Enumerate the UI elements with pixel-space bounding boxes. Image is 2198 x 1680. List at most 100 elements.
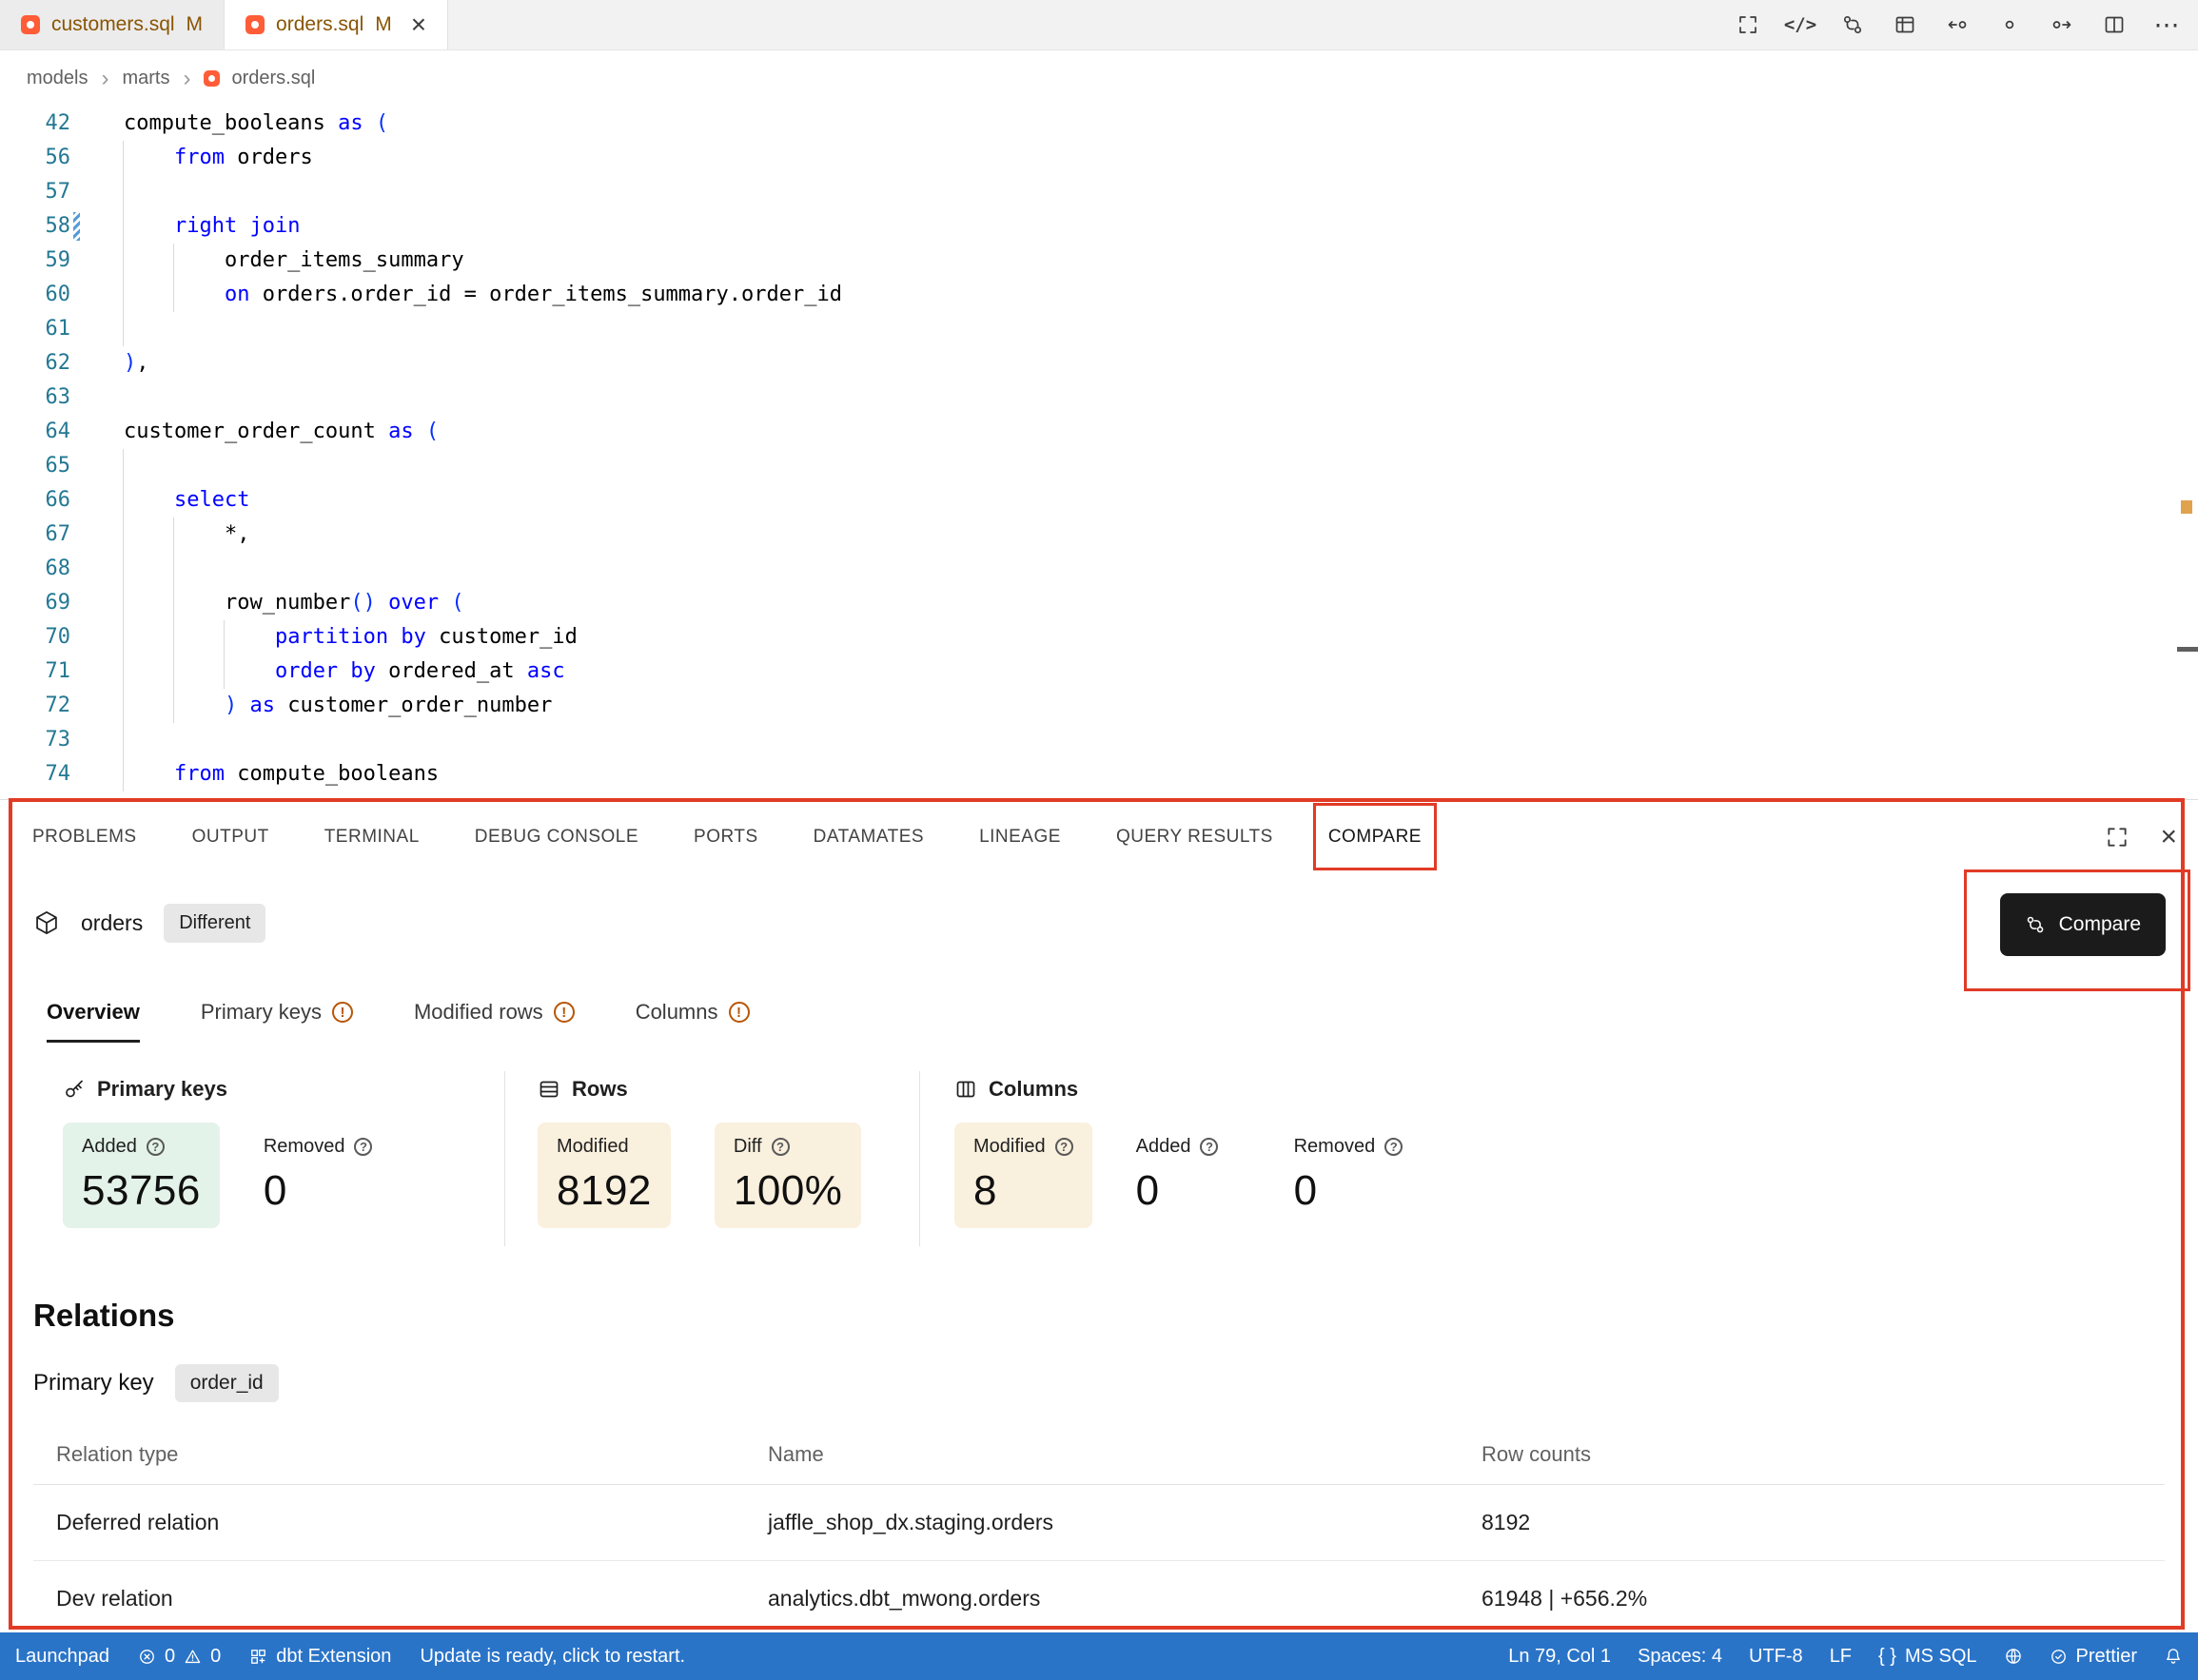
line-number[interactable]: 64 [0,415,105,449]
formatter-status[interactable]: Prettier [2050,1646,2137,1668]
panel-tab-datamates[interactable]: DATAMATES [814,800,924,873]
line-number[interactable]: 66 [0,483,105,518]
line-number[interactable]: 58 [0,209,105,244]
line-number[interactable]: 61 [0,312,105,346]
breadcrumb-item[interactable]: marts [122,68,169,89]
update-message[interactable]: Update is ready, click to restart. [420,1646,685,1668]
editor-tab-orders-sql[interactable]: orders.sqlM× [225,0,448,49]
help-icon[interactable]: ? [1384,1138,1403,1156]
panel-tab-problems[interactable]: PROBLEMS [32,800,137,873]
cursor-position[interactable]: Ln 79, Col 1 [1508,1646,1611,1668]
code-line[interactable] [124,791,2175,799]
code-line[interactable]: order_items_summary [124,244,2175,278]
maximize-panel-icon[interactable] [2105,825,2129,850]
line-number[interactable]: 62 [0,346,105,381]
compile-code-icon[interactable]: </> [1788,12,1813,37]
notifications-button[interactable] [2164,1647,2183,1666]
compare-button[interactable]: Compare [2000,893,2166,956]
remote-status[interactable] [2004,1647,2023,1666]
error-count: 0 [165,1646,175,1668]
primary-key-label: Primary key [33,1370,154,1397]
prev-change-icon[interactable] [1945,12,1970,37]
panel-tab-compare[interactable]: COMPARE [1328,800,1422,873]
code-line[interactable] [124,552,2175,586]
results-table-icon[interactable] [1893,12,1917,37]
panel-tab-output[interactable]: OUTPUT [192,800,269,873]
eol-setting[interactable]: LF [1830,1646,1852,1668]
line-number[interactable]: 72 [0,689,105,723]
line-number[interactable]: 74 [0,757,105,791]
code-line[interactable]: customer_order_count as ( [124,415,2175,449]
language-mode[interactable]: { } MS SQL [1878,1646,1977,1668]
line-number[interactable]: 70 [0,620,105,654]
subtab-modified-rows[interactable]: Modified rows! [414,1000,575,1043]
code-line[interactable]: select [124,483,2175,518]
close-panel-icon[interactable]: × [2160,823,2177,851]
code-line[interactable]: from compute_booleans [124,757,2175,791]
code-line[interactable]: on orders.order_id = order_items_summary… [124,278,2175,312]
indentation-setting[interactable]: Spaces: 4 [1638,1646,1722,1668]
line-number[interactable]: 73 [0,723,105,757]
extension-icon [249,1648,267,1666]
problems-status[interactable]: 0 0 [138,1646,221,1668]
breadcrumb-item[interactable]: orders.sql [231,68,315,89]
split-editor-icon[interactable] [2102,12,2127,37]
close-tab-icon[interactable]: × [411,11,426,38]
subtab-columns[interactable]: Columns! [636,1000,750,1043]
line-number[interactable]: 67 [0,518,105,552]
code-line[interactable]: *, [124,518,2175,552]
git-compare-icon[interactable] [1840,12,1865,37]
panel-tab-debug-console[interactable]: DEBUG CONSOLE [475,800,638,873]
line-number[interactable]: 71 [0,654,105,689]
subtab-overview[interactable]: Overview [47,1000,140,1043]
code-line[interactable]: right join [124,209,2175,244]
indent-guide [173,518,174,723]
bell-icon [2164,1647,2183,1666]
columns-icon [954,1078,977,1101]
panel-tab-lineage[interactable]: LINEAGE [979,800,1061,873]
line-number[interactable]: 65 [0,449,105,483]
subtab-primary-keys[interactable]: Primary keys! [201,1000,353,1043]
line-number[interactable]: 60 [0,278,105,312]
code-line[interactable]: order by ordered_at asc [124,654,2175,689]
status-bar-right: Ln 79, Col 1 Spaces: 4 UTF-8 LF { } MS S… [1508,1646,2183,1668]
dbt-extension-status[interactable]: dbt Extension [249,1646,391,1668]
line-number[interactable]: 75 [0,791,105,799]
code-line[interactable]: partition by customer_id [124,620,2175,654]
code-line[interactable] [124,449,2175,483]
help-icon[interactable]: ? [354,1138,372,1156]
breadcrumb-item[interactable]: models [27,68,88,89]
editor-tab-customers-sql[interactable]: customers.sqlM [0,0,225,49]
more-actions-icon[interactable]: ⋯ [2154,12,2179,37]
panel-tab-terminal[interactable]: TERMINAL [324,800,420,873]
code-line[interactable]: ) as customer_order_number [124,689,2175,723]
run-query-icon[interactable] [1736,12,1760,37]
code-line[interactable] [124,175,2175,209]
launchpad-button[interactable]: Launchpad [15,1646,109,1668]
code-line[interactable]: compute_booleans as ( [124,107,2175,141]
line-number[interactable]: 57 [0,175,105,209]
panel-tab-query-results[interactable]: QUERY RESULTS [1116,800,1273,873]
code-line[interactable]: ), [124,346,2175,381]
code-line[interactable] [124,723,2175,757]
code-editor[interactable]: 4256575859606162636465666768697071727374… [0,107,2198,799]
line-number[interactable]: 42 [0,107,105,141]
code-line[interactable]: from orders [124,141,2175,175]
line-number[interactable]: 63 [0,381,105,415]
modified-indicator: M [186,13,204,36]
help-icon[interactable]: ? [772,1138,790,1156]
line-number[interactable]: 59 [0,244,105,278]
panel-tab-ports[interactable]: PORTS [694,800,758,873]
help-icon[interactable]: ? [1055,1138,1073,1156]
line-number[interactable]: 68 [0,552,105,586]
help-icon[interactable]: ? [1200,1138,1218,1156]
encoding-setting[interactable]: UTF-8 [1749,1646,1803,1668]
line-number[interactable]: 69 [0,586,105,620]
change-dot-icon[interactable] [1997,12,2022,37]
code-line[interactable] [124,381,2175,415]
help-icon[interactable]: ? [147,1138,165,1156]
code-line[interactable]: row_number() over ( [124,586,2175,620]
code-line[interactable] [124,312,2175,346]
line-number[interactable]: 56 [0,141,105,175]
next-change-icon[interactable] [2050,12,2074,37]
